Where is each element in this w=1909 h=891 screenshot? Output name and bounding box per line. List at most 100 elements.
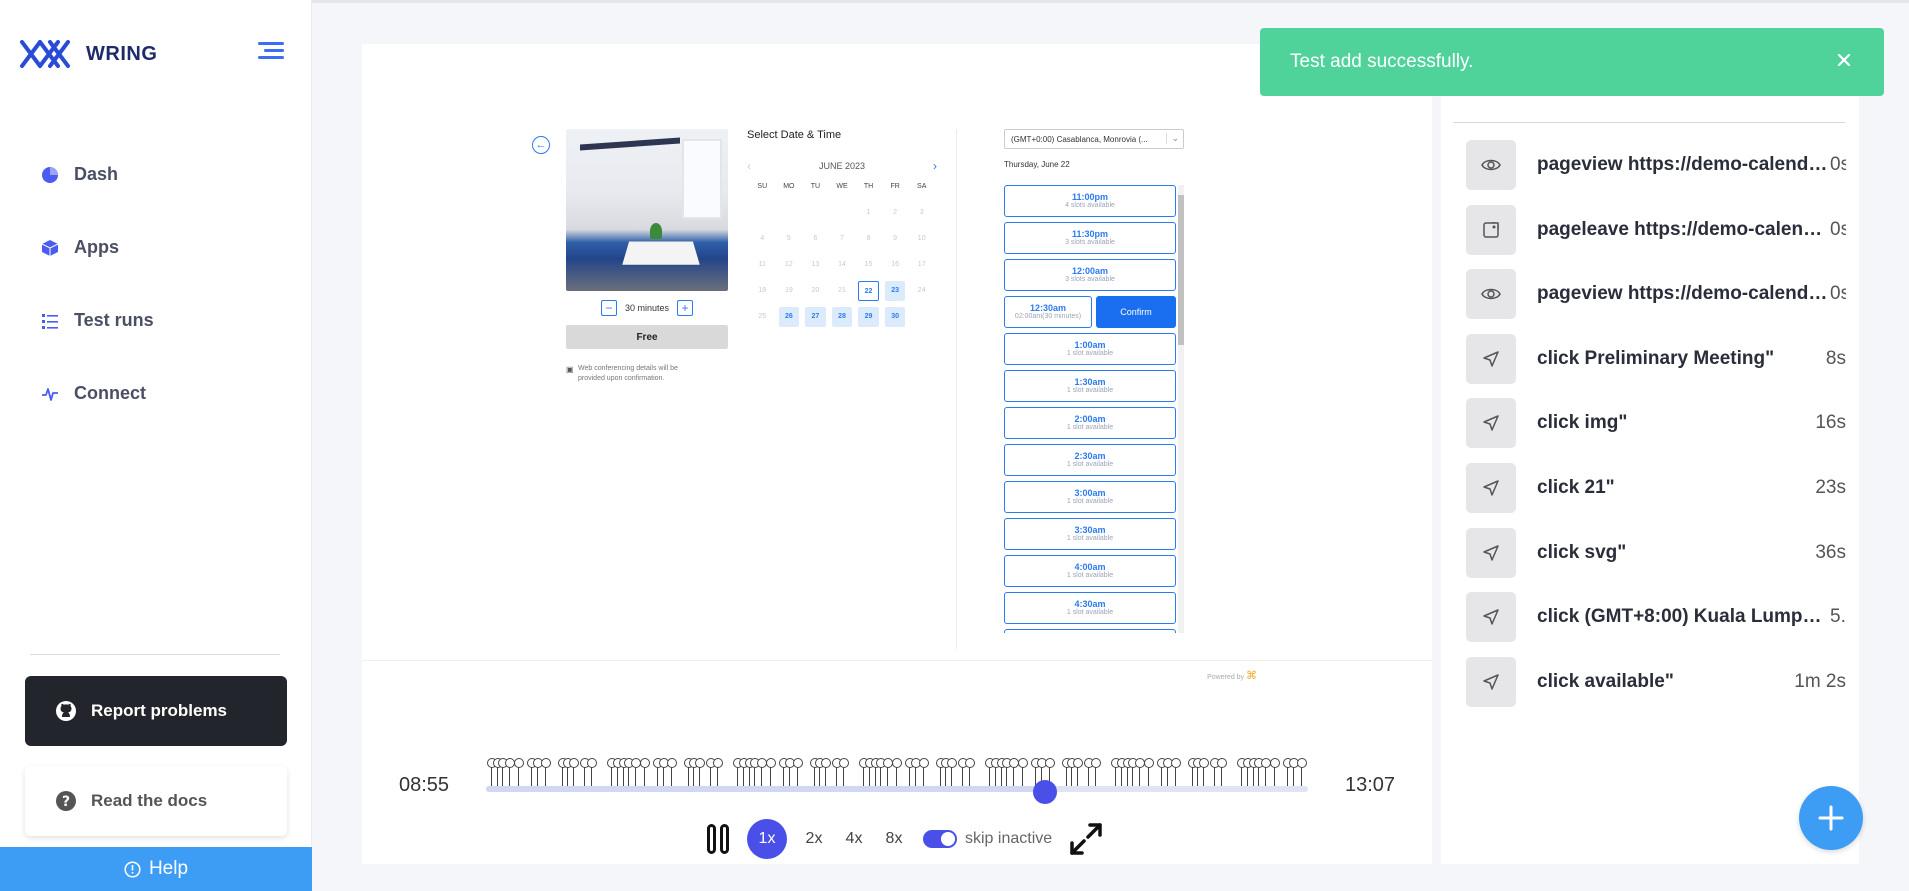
time-slot: 2:00am 1 slot available	[1004, 407, 1176, 439]
event-item[interactable]: click available" 1m 2s	[1466, 656, 1846, 708]
calendar-day: 13	[811, 261, 820, 268]
calendar-day: 30	[884, 307, 906, 327]
sidebar-nav: Dash Apps Test runs Connect	[40, 138, 154, 430]
time-slot: 3:30am 1 slot available	[1004, 518, 1176, 550]
timeline-event-marker[interactable]	[964, 758, 975, 786]
weekday-label: WE	[836, 183, 848, 190]
calendar-day: 24	[917, 287, 926, 294]
time-slot: 5:00am1 slot available	[1004, 629, 1176, 633]
read-docs-button[interactable]: ? Read the docs	[25, 766, 287, 836]
skip-inactive-toggle[interactable]	[923, 830, 957, 848]
timeline-event-marker[interactable]	[792, 758, 803, 786]
timeline-event-marker[interactable]	[639, 758, 650, 786]
event-time: 8s	[1825, 347, 1846, 369]
help-button[interactable]: Help	[0, 847, 312, 891]
slot-time: 5:00am	[1005, 630, 1175, 633]
timeline-scrubber[interactable]	[1032, 780, 1057, 804]
timeline-event-marker[interactable]	[838, 758, 849, 786]
menu-toggle-icon[interactable]	[258, 42, 284, 62]
event-label: pageleave https://demo-calendar.example	[1537, 218, 1828, 240]
speed-8x-button[interactable]: 8x	[881, 819, 907, 859]
timeline-event-marker[interactable]	[1198, 758, 1209, 786]
read-docs-label: Read the docs	[91, 791, 208, 810]
calendar-day: 19	[784, 287, 793, 294]
slot-time: 11:00pm	[1071, 192, 1109, 202]
calendar-day: 18	[758, 287, 767, 294]
logo[interactable]: WRING	[18, 36, 157, 72]
event-item[interactable]: click svg" 36s	[1466, 527, 1846, 579]
sidebar-item-label: Dash	[74, 164, 119, 184]
pause-button[interactable]	[707, 824, 733, 854]
event-item[interactable]: click img" 16s	[1466, 397, 1846, 449]
speed-2x-button[interactable]: 2x	[801, 819, 827, 859]
timeline[interactable]	[486, 754, 1308, 804]
weekday-label: TH	[863, 183, 874, 190]
report-problems-button[interactable]: Report problems	[25, 676, 287, 746]
sidebar-item-connect[interactable]: Connect	[40, 357, 154, 430]
event-label: click available"	[1537, 670, 1674, 692]
timeline-event-marker[interactable]	[946, 758, 957, 786]
timeline-event-marker[interactable]	[694, 758, 705, 786]
sidebar-item-dash[interactable]: Dash	[40, 138, 154, 211]
prev-month-icon: ‹	[747, 159, 751, 173]
timeline-event-marker[interactable]	[918, 758, 929, 786]
timeline-event-marker[interactable]	[1216, 758, 1227, 786]
weekday-label: FR	[890, 183, 900, 190]
time-slot: 11:00pm 4 slots available	[1004, 185, 1176, 217]
add-test-button[interactable]	[1799, 786, 1863, 850]
calendar-day: 21	[838, 287, 846, 294]
help-circle-icon: ?	[56, 791, 76, 811]
slot-time: 12:00am	[1071, 266, 1109, 276]
timeline-event-marker[interactable]	[1143, 758, 1154, 786]
event-label: click svg"	[1537, 541, 1627, 563]
timeline-event-marker[interactable]	[1017, 758, 1028, 786]
timeline-event-marker[interactable]	[513, 758, 524, 786]
timeline-event-marker[interactable]	[820, 758, 831, 786]
speed-4x-button[interactable]: 4x	[841, 819, 867, 859]
timeline-event-marker[interactable]	[568, 758, 579, 786]
timeline-event-marker[interactable]	[540, 758, 551, 786]
timeline-event-marker[interactable]	[1072, 758, 1083, 786]
time-slot: 1:30am 1 slot available	[1004, 370, 1176, 402]
recording-preview[interactable]: ← − 30 minutes + Free ▣ Web conferencing…	[362, 44, 1432, 684]
fullscreen-icon[interactable]	[1066, 819, 1106, 859]
calendar-day	[829, 203, 856, 223]
timeline-event-marker[interactable]	[666, 758, 677, 786]
slot-time: 3:00am	[1074, 488, 1106, 498]
calendar-day	[749, 203, 776, 223]
timeline-event-marker[interactable]	[765, 758, 776, 786]
event-item[interactable]: click Preliminary Meeting" 8s	[1466, 333, 1846, 385]
timeline-event-marker[interactable]	[712, 758, 723, 786]
month-label: JUNE 2023	[818, 161, 866, 171]
timeline-event-marker[interactable]	[1269, 758, 1280, 786]
wring-logo-icon	[20, 40, 70, 68]
slot-time: 11:30pm	[1071, 229, 1109, 239]
slot-time: 12:30am	[1029, 303, 1067, 313]
timeline-event-marker[interactable]	[586, 758, 597, 786]
timeline-event-marker[interactable]	[1090, 758, 1101, 786]
cursor-arrow-icon	[1466, 527, 1516, 578]
event-item[interactable]: pageview https://demo-calendar.example0s	[1466, 268, 1846, 320]
timeline-event-marker[interactable]	[891, 758, 902, 786]
calendar-day: 29	[858, 307, 879, 327]
slot-time: 4:00am	[1074, 562, 1106, 572]
calendar-day: 23	[884, 281, 906, 301]
player-controls: 1x 2x 4x 8x skip inactive	[707, 818, 1106, 860]
cursor-arrow-icon	[1466, 333, 1516, 384]
event-item[interactable]: pageview https://demo-calendar.example0s	[1466, 139, 1846, 191]
slot-availability: 1 slot available	[1066, 498, 1114, 505]
speed-1x-button[interactable]: 1x	[747, 819, 787, 859]
event-item[interactable]: click (GMT+8:00) Kuala Lumpur, Singapore…	[1466, 591, 1846, 643]
slot-availability: 1 slot available	[1066, 572, 1114, 579]
timeline-track[interactable]	[486, 786, 1308, 792]
timeline-event-marker[interactable]	[1296, 758, 1307, 786]
close-icon[interactable]	[1834, 50, 1854, 70]
sidebar-item-apps[interactable]: Apps	[40, 211, 154, 284]
sidebar-item-test-runs[interactable]: Test runs	[40, 284, 154, 357]
event-item[interactable]: click 21" 23s	[1466, 462, 1846, 514]
event-item[interactable]: pageleave https://demo-calendar.example0…	[1466, 204, 1846, 256]
timeline-event-marker[interactable]	[1170, 758, 1181, 786]
timeline-progress	[486, 786, 1045, 792]
event-label: click 21"	[1537, 477, 1615, 498]
time-slot: 1:00am 1 slot available	[1004, 333, 1176, 365]
